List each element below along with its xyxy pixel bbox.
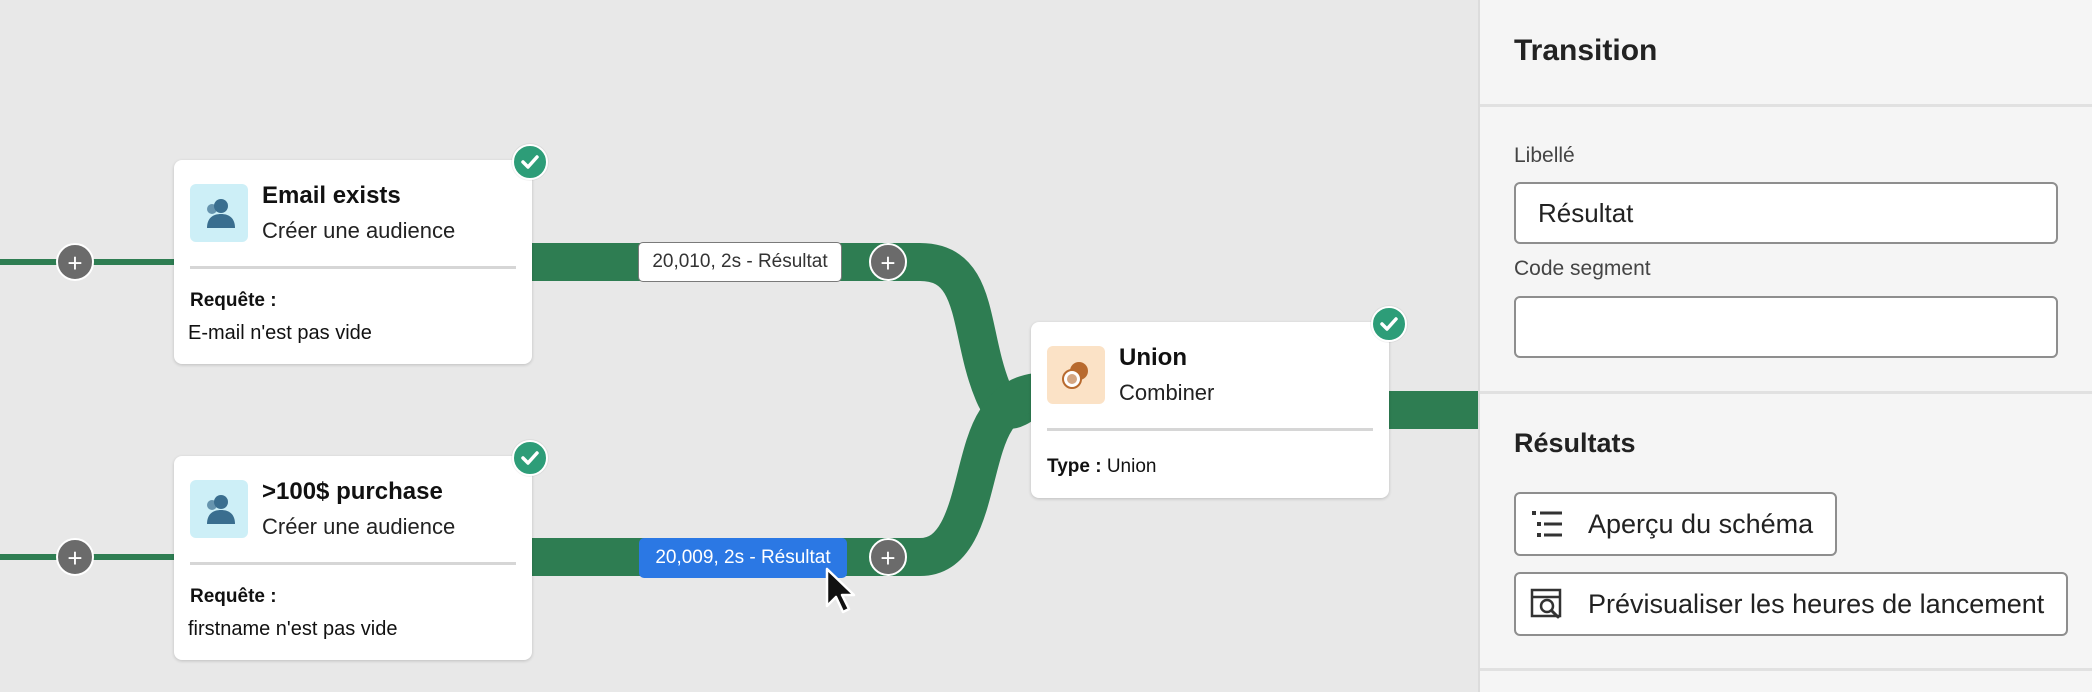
node-divider bbox=[1047, 428, 1373, 431]
panel-title: Transition bbox=[1514, 34, 1658, 67]
success-check-icon bbox=[512, 440, 548, 476]
segment-code-input[interactable] bbox=[1514, 296, 2058, 358]
node-subtitle: Créer une audience bbox=[262, 514, 456, 539]
activity-node-union[interactable]: Union Combiner Type : Union bbox=[1031, 322, 1389, 498]
success-check-icon bbox=[1371, 306, 1407, 342]
panel-divider bbox=[1480, 391, 2092, 394]
node-title: >100$ purchase bbox=[262, 478, 443, 505]
properties-panel: Transition Libellé Code segment Résultat… bbox=[1478, 0, 2092, 692]
query-value: E-mail n'est pas vide bbox=[188, 322, 372, 344]
list-icon bbox=[1530, 507, 1564, 541]
add-activity-button-top[interactable]: + bbox=[869, 243, 907, 281]
panel-divider bbox=[1480, 104, 2092, 107]
query-label: Requête : bbox=[190, 290, 277, 311]
schema-preview-label: Aperçu du schéma bbox=[1588, 508, 1814, 539]
add-activity-button-bottom[interactable]: + bbox=[869, 538, 907, 576]
type-label: Type : bbox=[1047, 456, 1102, 477]
query-value: firstname n'est pas vide bbox=[188, 618, 398, 640]
activity-node-email-exists[interactable]: Email exists Créer une audience Requête … bbox=[174, 160, 532, 364]
node-divider bbox=[190, 562, 516, 565]
label-input[interactable] bbox=[1514, 182, 2058, 244]
audience-icon bbox=[190, 480, 248, 538]
union-icon bbox=[1047, 346, 1105, 404]
add-activity-button-left-bottom[interactable]: + bbox=[56, 538, 94, 576]
mouse-cursor-icon bbox=[825, 567, 856, 614]
node-subtitle: Combiner bbox=[1119, 380, 1215, 405]
node-subtitle: Créer une audience bbox=[262, 218, 456, 243]
calendar-search-icon bbox=[1530, 587, 1564, 621]
schema-preview-button[interactable]: Aperçu du schéma bbox=[1514, 492, 1838, 556]
transition-label-bottom-selected[interactable]: 20,009, 2s - Résultat bbox=[639, 538, 847, 578]
transition-path-bottom[interactable] bbox=[532, 373, 1040, 576]
node-divider bbox=[190, 266, 516, 269]
node-type: Type : Union bbox=[1047, 456, 1156, 478]
type-value: Union bbox=[1106, 456, 1157, 477]
transition-label-top[interactable]: 20,010, 2s - Résultat bbox=[638, 242, 842, 282]
preview-launch-times-label: Prévisualiser les heures de lancement bbox=[1588, 588, 2045, 619]
query-label: Requête : bbox=[190, 586, 277, 607]
label-field-label: Libellé bbox=[1514, 144, 1575, 167]
add-activity-button-left-top[interactable]: + bbox=[56, 243, 94, 281]
transition-path-top[interactable] bbox=[532, 243, 1046, 429]
node-title: Email exists bbox=[262, 182, 401, 209]
outgoing-transition[interactable] bbox=[1388, 391, 1478, 429]
success-check-icon bbox=[512, 144, 548, 180]
panel-divider bbox=[1480, 668, 2092, 671]
segment-code-label: Code segment bbox=[1514, 257, 1651, 280]
activity-node-purchase[interactable]: >100$ purchase Créer une audience Requêt… bbox=[174, 456, 532, 660]
audience-icon bbox=[190, 184, 248, 242]
workflow-canvas[interactable]: + + + + 20,010, 2s - Résultat 20,009, 2s… bbox=[0, 0, 1478, 692]
results-section-title: Résultats bbox=[1514, 428, 1636, 458]
preview-launch-times-button[interactable]: Prévisualiser les heures de lancement bbox=[1514, 572, 2069, 636]
node-title: Union bbox=[1119, 344, 1187, 371]
